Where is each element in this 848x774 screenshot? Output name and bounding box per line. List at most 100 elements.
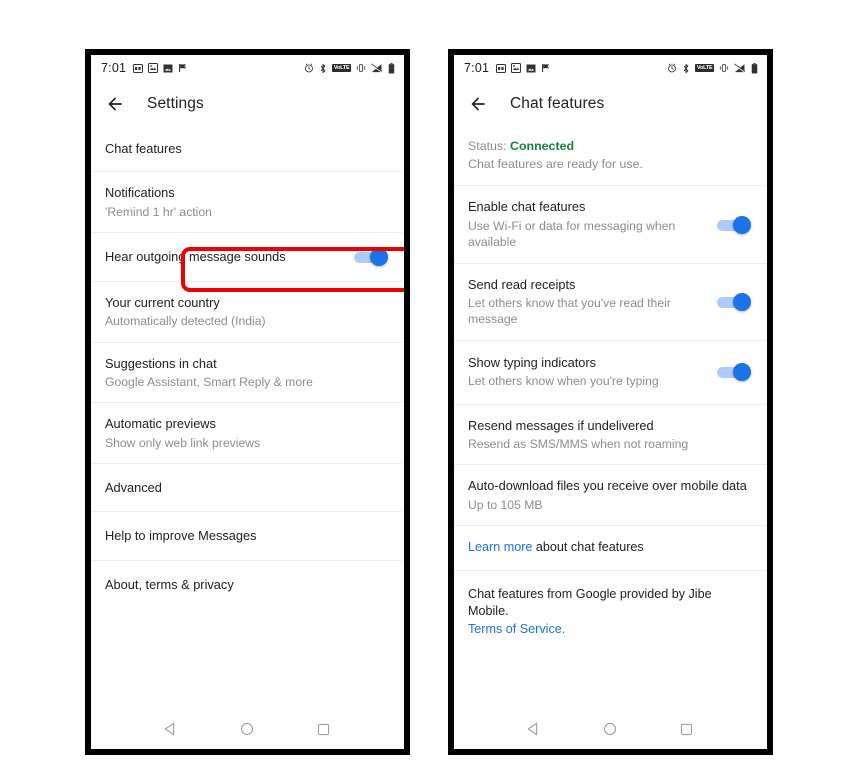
- home-nav-icon[interactable]: [234, 716, 260, 742]
- row-subtitle: Automatically detected (India): [105, 314, 266, 329]
- vibrate-icon: [719, 63, 729, 73]
- row-text: Your current country Automatically detec…: [105, 294, 388, 330]
- navigation-bar-left: [91, 709, 404, 749]
- chat-item-show-typing-indicators[interactable]: Show typing indicators Let others know w…: [454, 340, 767, 405]
- recents-nav-icon[interactable]: [311, 716, 337, 742]
- row-title: Help to improve Messages: [105, 528, 257, 544]
- navigation-bar-right: [454, 709, 767, 749]
- volte-icon: VoLTE: [695, 64, 714, 72]
- page-title: Settings: [147, 94, 204, 112]
- row-text: Help to improve Messages: [105, 527, 388, 544]
- signal-off-icon: [734, 63, 746, 73]
- status-bar-system-icons: VoLTE: [667, 62, 758, 74]
- status-block: Status: Connected Chat features are read…: [454, 126, 767, 187]
- sim-card-icon: [496, 63, 507, 73]
- toggle-thumb: [733, 362, 751, 381]
- row-text: Enable chat features Use Wi-Fi or data f…: [468, 198, 707, 250]
- row-title: Enable chat features: [468, 199, 586, 215]
- row-text: Notifications 'Remind 1 hr' action: [105, 184, 388, 220]
- chat-item-auto-download-files[interactable]: Auto-download files you receive over mob…: [454, 465, 767, 527]
- image-icon: [526, 64, 536, 73]
- phone-screen-chat-features: 7:01 VoLTE Chat features Status: Connect…: [448, 49, 773, 755]
- row-subtitle: Up to 105 MB: [468, 497, 543, 512]
- status-subtitle: Chat features are ready for use.: [468, 156, 643, 171]
- chat-item-enable-chat-features[interactable]: Enable chat features Use Wi-Fi or data f…: [454, 186, 767, 264]
- phone-screen-settings: 7:01 VoLTE Settings Chat features Notifi…: [85, 49, 410, 755]
- row-subtitle: Show only web link previews: [105, 435, 261, 450]
- row-title: Suggestions in chat: [105, 355, 217, 371]
- row-subtitle: Google Assistant, Smart Reply & more: [105, 375, 313, 389]
- status-badge: Connected: [510, 139, 575, 153]
- row-subtitle: Resend as SMS/MMS when not roaming: [468, 436, 689, 451]
- provider-row: Chat features from Google provided by Ji…: [454, 571, 767, 652]
- bluetooth-icon: [319, 63, 327, 74]
- row-text: Show typing indicators Let others know w…: [468, 354, 707, 390]
- settings-item-your-current-country[interactable]: Your current country Automatically detec…: [91, 282, 404, 343]
- status-bar-notification-icons: [133, 63, 188, 73]
- toggle-hear-outgoing-message-sounds[interactable]: [354, 248, 388, 266]
- learn-more-row: Learn more about chat features: [454, 526, 767, 571]
- toggle-enable-chat-features[interactable]: [717, 215, 751, 234]
- row-title: Notifications: [105, 185, 175, 201]
- toggle-thumb: [733, 215, 751, 234]
- row-title: Chat features: [105, 141, 182, 156]
- row-subtitle: Let others know that you've read their m…: [468, 295, 671, 327]
- settings-item-chat-features[interactable]: Chat features: [91, 126, 404, 173]
- settings-item-suggestions-in-chat[interactable]: Suggestions in chat Google Assistant, Sm…: [91, 342, 404, 404]
- battery-icon: [751, 62, 758, 74]
- row-text: Hear outgoing message sounds: [105, 248, 344, 265]
- chat-features-list: Status: Connected Chat features are read…: [454, 126, 767, 709]
- app-bar-chat-features: Chat features: [454, 81, 767, 126]
- settings-item-help-to-improve-messages[interactable]: Help to improve Messages: [91, 512, 404, 561]
- toggle-thumb: [733, 292, 751, 311]
- photo-message-icon: [511, 63, 522, 73]
- back-nav-icon[interactable]: [158, 716, 184, 742]
- row-text: Suggestions in chat Google Assistant, Sm…: [105, 355, 388, 391]
- alarm-icon: [304, 63, 314, 73]
- row-subtitle: Let others know when you're typing: [468, 374, 659, 389]
- row-title: Advanced: [105, 480, 162, 496]
- status-bar-time: 7:01: [464, 61, 490, 75]
- image-icon: [163, 64, 173, 73]
- provider-text: Chat features from Google provided by Ji…: [468, 586, 712, 619]
- volte-icon: VoLTE: [332, 64, 351, 72]
- row-title: Hear outgoing message sounds: [105, 249, 286, 265]
- back-nav-icon[interactable]: [521, 716, 547, 742]
- settings-item-notifications[interactable]: Notifications 'Remind 1 hr' action: [91, 172, 404, 233]
- battery-icon: [388, 62, 395, 74]
- recents-nav-icon[interactable]: [674, 716, 700, 742]
- settings-list: Chat features Notifications 'Remind 1 hr…: [91, 126, 404, 709]
- row-subtitle: 'Remind 1 hr' action: [105, 204, 212, 219]
- row-subtitle: Use Wi-Fi or data for messaging when ava…: [468, 218, 676, 250]
- vibrate-icon: [356, 63, 366, 73]
- row-text: Send read receipts Let others know that …: [468, 276, 707, 328]
- sim-card-icon: [133, 63, 144, 73]
- status-bar-system-icons: VoLTE: [304, 62, 395, 74]
- chat-item-send-read-receipts[interactable]: Send read receipts Let others know that …: [454, 263, 767, 341]
- chat-item-resend-messages-if-undelivered[interactable]: Resend messages if undelivered Resend as…: [454, 404, 767, 466]
- settings-item-hear-outgoing-message-sounds[interactable]: Hear outgoing message sounds: [91, 233, 404, 282]
- status-bar-notification-icons: [496, 63, 551, 73]
- row-title: Show typing indicators: [468, 354, 597, 370]
- status-bar-left: 7:01 VoLTE: [91, 55, 404, 81]
- row-title: Automatic previews: [105, 416, 216, 432]
- alarm-icon: [667, 63, 677, 73]
- learn-more-link[interactable]: Learn more: [468, 540, 532, 554]
- row-text: Automatic previews Show only web link pr…: [105, 415, 388, 451]
- home-nav-icon[interactable]: [597, 716, 623, 742]
- status-bar-time: 7:01: [101, 61, 127, 75]
- row-title: Your current country: [105, 295, 220, 310]
- terms-of-service-link[interactable]: Terms of Service.: [468, 621, 751, 639]
- back-arrow-icon[interactable]: [466, 92, 490, 116]
- status-bar-right: 7:01 VoLTE: [454, 55, 767, 81]
- back-arrow-icon[interactable]: [103, 92, 127, 116]
- toggle-send-read-receipts[interactable]: [717, 292, 751, 311]
- learn-more-text: about chat features: [532, 540, 644, 555]
- status-label: Status:: [468, 139, 511, 153]
- toggle-show-typing-indicators[interactable]: [717, 362, 751, 381]
- settings-item-automatic-previews[interactable]: Automatic previews Show only web link pr…: [91, 403, 404, 465]
- settings-item-advanced[interactable]: Advanced: [91, 464, 404, 513]
- photo-message-icon: [148, 63, 159, 73]
- signal-off-icon: [371, 63, 383, 73]
- settings-item-about-terms-privacy[interactable]: About, terms & privacy: [91, 560, 404, 608]
